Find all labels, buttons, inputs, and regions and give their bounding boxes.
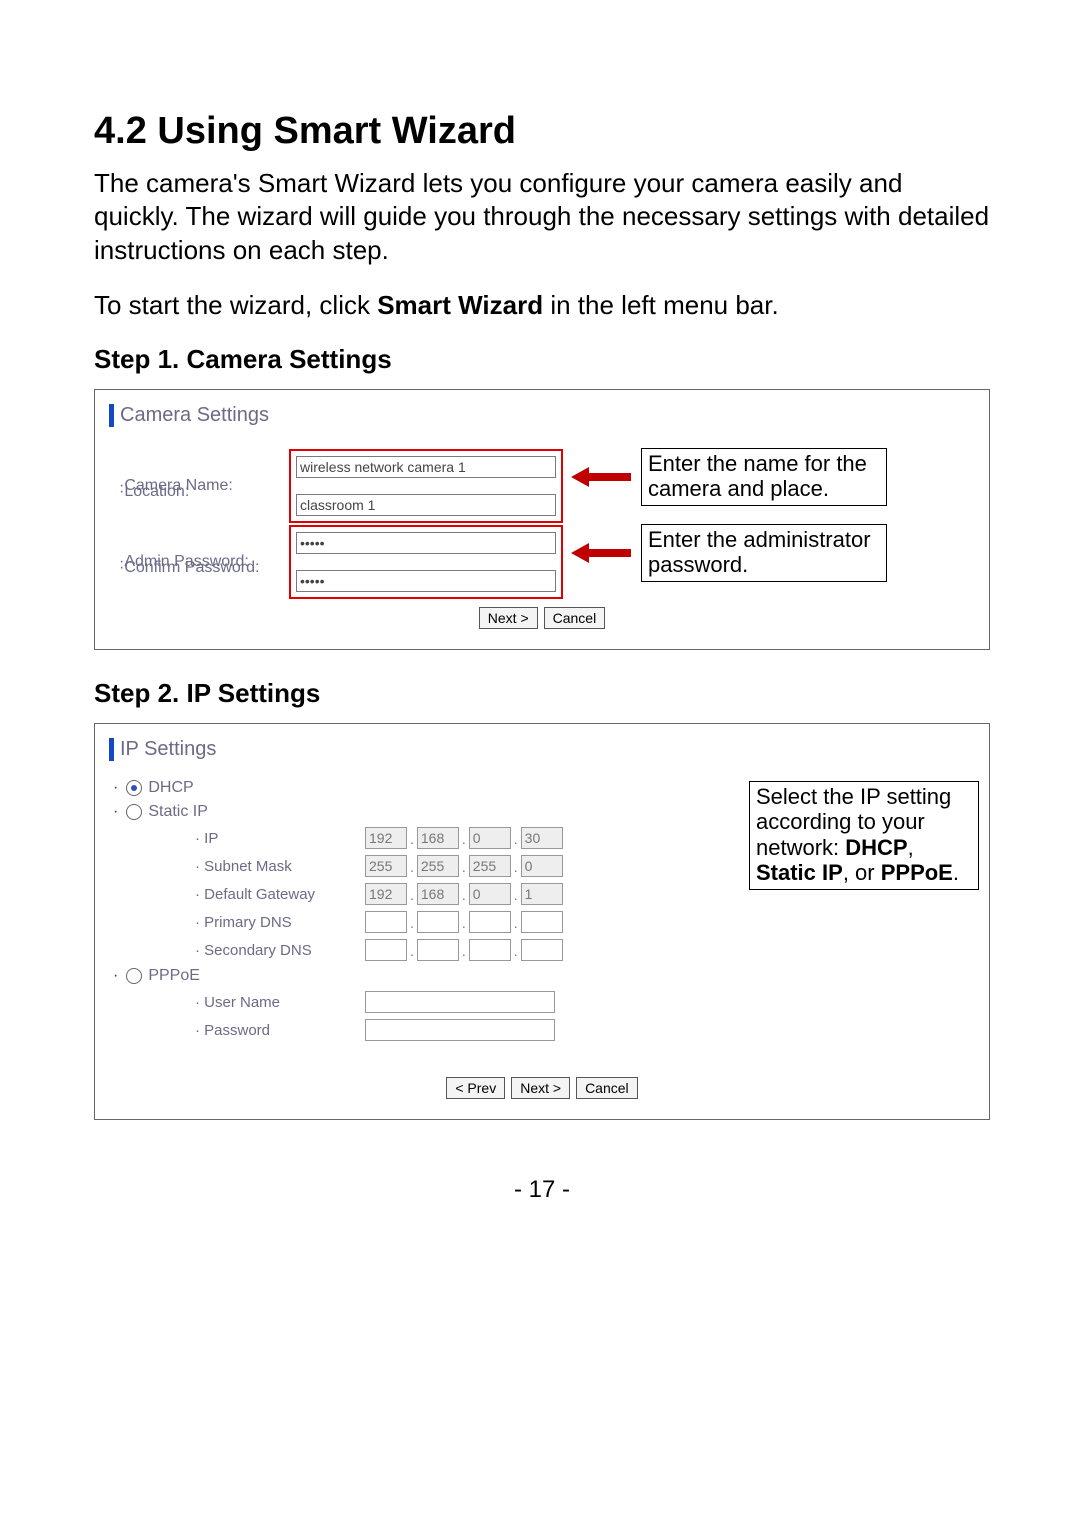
note-ip-m1: , [908, 835, 914, 860]
sdns-oct-3[interactable] [469, 939, 511, 961]
note-ip-setting: Select the IP setting according to your … [749, 781, 979, 890]
dhcp-radio-row[interactable]: · DHCP [113, 779, 729, 797]
pdns-oct-3[interactable] [469, 911, 511, 933]
section-title: 4.2 Using Smart Wizard [94, 110, 990, 153]
pdns-label: · Primary DNS [195, 914, 365, 931]
pdns-oct-1[interactable] [365, 911, 407, 933]
note-ip-post: . [953, 860, 959, 885]
pppoe-label: PPPoE [148, 967, 200, 985]
pppoe-radio-row[interactable]: · PPPoE [113, 967, 729, 985]
password-group [289, 525, 563, 599]
next-button[interactable]: Next > [479, 607, 538, 629]
sdns-octets: . . . [365, 939, 563, 961]
bullet-icon: · [113, 967, 118, 985]
note-ip-b3: PPPoE [881, 860, 953, 885]
subnet-label: · Subnet Mask [195, 858, 365, 875]
step2-heading: Step 2. IP Settings [94, 678, 990, 709]
note-ip-b1: DHCP [845, 835, 907, 860]
gateway-label: · Default Gateway [195, 886, 365, 903]
bullet-icon: · [113, 803, 118, 821]
subnet-oct-3[interactable] [469, 855, 511, 877]
para2-bold: Smart Wizard [377, 290, 543, 320]
ip-settings-title: IP Settings [109, 738, 979, 761]
note-camera-name: Enter the name for the camera and place. [641, 448, 887, 507]
pdns-oct-4[interactable] [521, 911, 563, 933]
camera-name-location-group [289, 449, 563, 523]
note-ip-b2: Static IP [756, 860, 843, 885]
sdns-oct-1[interactable] [365, 939, 407, 961]
intro-paragraph-1: The camera's Smart Wizard lets you confi… [94, 167, 990, 267]
dhcp-radio[interactable] [126, 780, 142, 796]
staticip-radio[interactable] [126, 804, 142, 820]
sdns-oct-2[interactable] [417, 939, 459, 961]
subnet-oct-1[interactable] [365, 855, 407, 877]
ip-oct-3[interactable] [469, 827, 511, 849]
gw-oct-2[interactable] [417, 883, 459, 905]
sdns-oct-4[interactable] [521, 939, 563, 961]
pppoe-user-input[interactable] [365, 991, 555, 1013]
pdns-oct-2[interactable] [417, 911, 459, 933]
pppoe-pass-label: · Password [195, 1022, 365, 1039]
para2-pre: To start the wizard, click [94, 290, 377, 320]
prev-button[interactable]: < Prev [446, 1077, 505, 1099]
staticip-radio-row[interactable]: · Static IP [113, 803, 729, 821]
gateway-octets: . . . [365, 883, 563, 905]
ip-label: · IP [195, 830, 365, 847]
step1-heading: Step 1. Camera Settings [94, 344, 990, 375]
confirm-password-label: ·Confirm Password: [119, 559, 289, 577]
note-ip-m2: , or [843, 860, 881, 885]
next-button[interactable]: Next > [511, 1077, 570, 1099]
admin-password-input[interactable] [296, 532, 556, 554]
subnet-oct-2[interactable] [417, 855, 459, 877]
ip-settings-panel: IP Settings · DHCP · Static IP · IP . [94, 723, 990, 1120]
bullet-icon: · [113, 779, 118, 797]
subnet-octets: . . . [365, 855, 563, 877]
location-input[interactable] [296, 494, 556, 516]
cancel-button[interactable]: Cancel [544, 607, 606, 629]
gw-oct-4[interactable] [521, 883, 563, 905]
subnet-oct-4[interactable] [521, 855, 563, 877]
pdns-octets: . . . [365, 911, 563, 933]
ip-oct-1[interactable] [365, 827, 407, 849]
staticip-label: Static IP [148, 803, 208, 821]
para2-post: in the left menu bar. [543, 290, 779, 320]
note-password: Enter the administrator password. [641, 524, 887, 583]
confirm-password-input[interactable] [296, 570, 556, 592]
gw-oct-1[interactable] [365, 883, 407, 905]
sdns-label: · Secondary DNS [195, 942, 365, 959]
pppoe-user-label: · User Name [195, 994, 365, 1011]
intro-paragraph-2: To start the wizard, click Smart Wizard … [94, 289, 990, 322]
page-number: - 17 - [94, 1176, 990, 1204]
cancel-button[interactable]: Cancel [576, 1077, 638, 1099]
camera-settings-panel: Camera Settings ·Camera Name: ·Location: [94, 389, 990, 650]
dhcp-label: DHCP [148, 779, 193, 797]
camera-name-input[interactable] [296, 456, 556, 478]
ip-octets: . . . [365, 827, 563, 849]
pppoe-radio[interactable] [126, 968, 142, 984]
arrow-left-icon [571, 465, 631, 489]
gw-oct-3[interactable] [469, 883, 511, 905]
arrow-left-icon [571, 541, 631, 565]
camera-settings-title: Camera Settings [109, 404, 979, 427]
location-label: ·Location: [119, 483, 289, 501]
ip-oct-4[interactable] [521, 827, 563, 849]
ip-oct-2[interactable] [417, 827, 459, 849]
pppoe-pass-input[interactable] [365, 1019, 555, 1041]
